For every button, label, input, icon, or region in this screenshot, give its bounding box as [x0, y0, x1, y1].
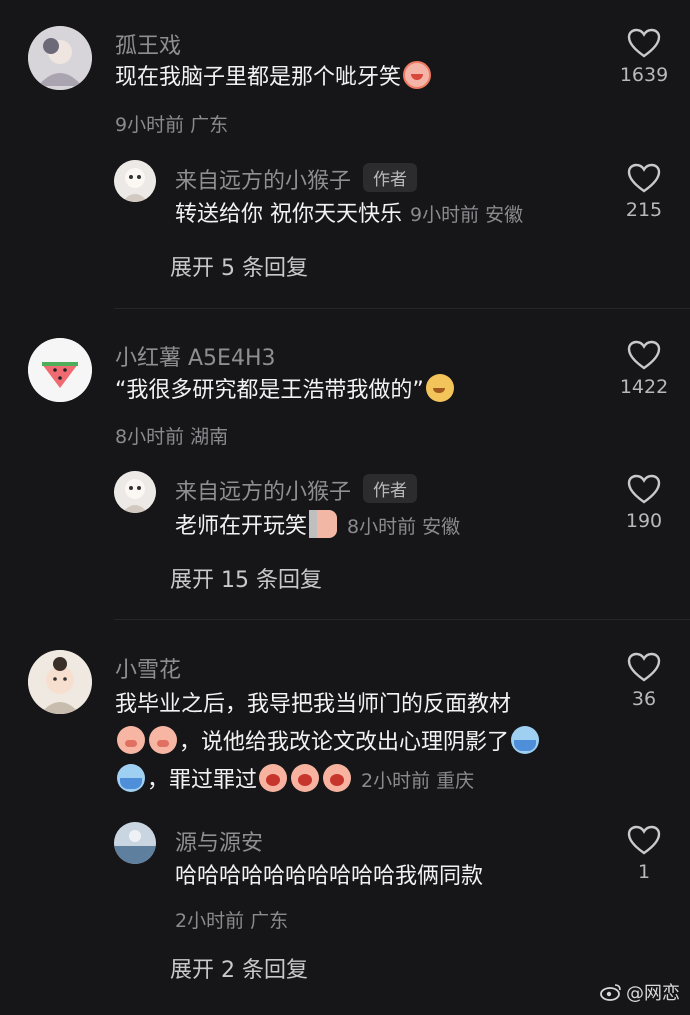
heart-icon [627, 163, 661, 193]
commenter-name[interactable]: 孤王戏 [115, 28, 181, 60]
watermark: @网恋 [600, 979, 680, 1005]
bath-crying-emoji-icon [511, 726, 540, 754]
sobbing-emoji-icon [291, 764, 320, 792]
expand-replies-button[interactable]: 展开 15 条回复 [170, 562, 322, 594]
reply-like-button[interactable]: 190 [604, 474, 684, 532]
pig-face-emoji-icon [117, 726, 145, 754]
reply-time-location: 2小时前 广东 [175, 910, 289, 932]
reply-text: 哈哈哈哈哈哈哈哈哈哈我俩同款 [175, 864, 484, 889]
reply-author-name[interactable]: 来自远方的小猴子 作者 [175, 163, 418, 195]
reply-like-button[interactable]: 1 [604, 825, 684, 883]
like-button[interactable]: 1422 [604, 340, 684, 398]
author-badge: 作者 [363, 163, 418, 192]
like-count: 1639 [619, 64, 669, 86]
comment-text: “我很多研究都是王浩带我做的” [115, 372, 456, 410]
author-badge: 作者 [363, 474, 418, 503]
heart-icon [627, 340, 661, 370]
like-count: 190 [625, 510, 663, 532]
pig-face-emoji-icon [149, 726, 177, 754]
watermelon-icon [28, 338, 92, 402]
divider [114, 619, 690, 620]
comment-time-location: 9小时前 广东 [115, 114, 229, 136]
reply-time-location: 8小时前 安徽 [347, 516, 461, 538]
user-avatar[interactable] [28, 338, 92, 402]
heart-icon [627, 474, 661, 504]
reply-text: 老师在开玩笑 8小时前 安徽 [175, 508, 460, 546]
comment-text-line: 我毕业之后，我导把我当师门的反面教材 [115, 692, 512, 717]
expand-replies-button[interactable]: 展开 5 条回复 [170, 250, 308, 282]
sobbing-emoji-icon [323, 764, 352, 792]
comment-time-location: 2小时前 重庆 [361, 770, 475, 792]
laugh-cry-emoji-icon [403, 61, 432, 89]
comment-time-location: 8小时前 湖南 [115, 426, 229, 448]
like-button[interactable]: 36 [604, 652, 684, 710]
like-count: 215 [625, 199, 663, 221]
comment-text-line: ，说他给我改论文改出心理阴影了 [115, 724, 541, 762]
like-button[interactable]: 1639 [604, 28, 684, 86]
user-avatar[interactable] [28, 26, 92, 90]
smug-face-emoji-icon [425, 374, 454, 402]
comment-text-line: 现在我脑子里都是那个呲牙笑 [115, 65, 402, 90]
comment-text-line: ，罪过罪过 2小时前 重庆 [115, 762, 474, 800]
reply-avatar[interactable] [114, 160, 156, 202]
reply-text: 转送给你 祝你天天快乐 9小时前 安徽 [175, 202, 524, 227]
commenter-name[interactable]: 小红薯 A5E4H3 [115, 340, 275, 372]
like-count: 1422 [619, 376, 669, 398]
heart-icon [627, 825, 661, 855]
heart-icon [627, 652, 661, 682]
bath-crying-emoji-icon [117, 764, 145, 792]
reply-avatar[interactable] [114, 471, 156, 513]
reply-author-name[interactable]: 来自远方的小猴子 作者 [175, 474, 418, 506]
heart-icon [627, 28, 661, 58]
user-avatar[interactable] [28, 650, 92, 714]
like-count: 36 [631, 688, 657, 710]
reply-avatar[interactable] [114, 822, 156, 864]
reply-author-name[interactable]: 源与源安 [175, 825, 263, 857]
like-count: 1 [637, 861, 651, 883]
peeking-emoji-icon [309, 510, 338, 538]
sobbing-emoji-icon [259, 764, 288, 792]
reply-time-location: 9小时前 安徽 [410, 204, 524, 226]
weibo-logo-icon [600, 984, 621, 1001]
divider [114, 308, 690, 309]
commenter-name[interactable]: 小雪花 [115, 652, 181, 684]
comment-text: 现在我脑子里都是那个呲牙笑 [115, 59, 433, 97]
expand-replies-button[interactable]: 展开 2 条回复 [170, 952, 308, 984]
reply-like-button[interactable]: 215 [604, 163, 684, 221]
